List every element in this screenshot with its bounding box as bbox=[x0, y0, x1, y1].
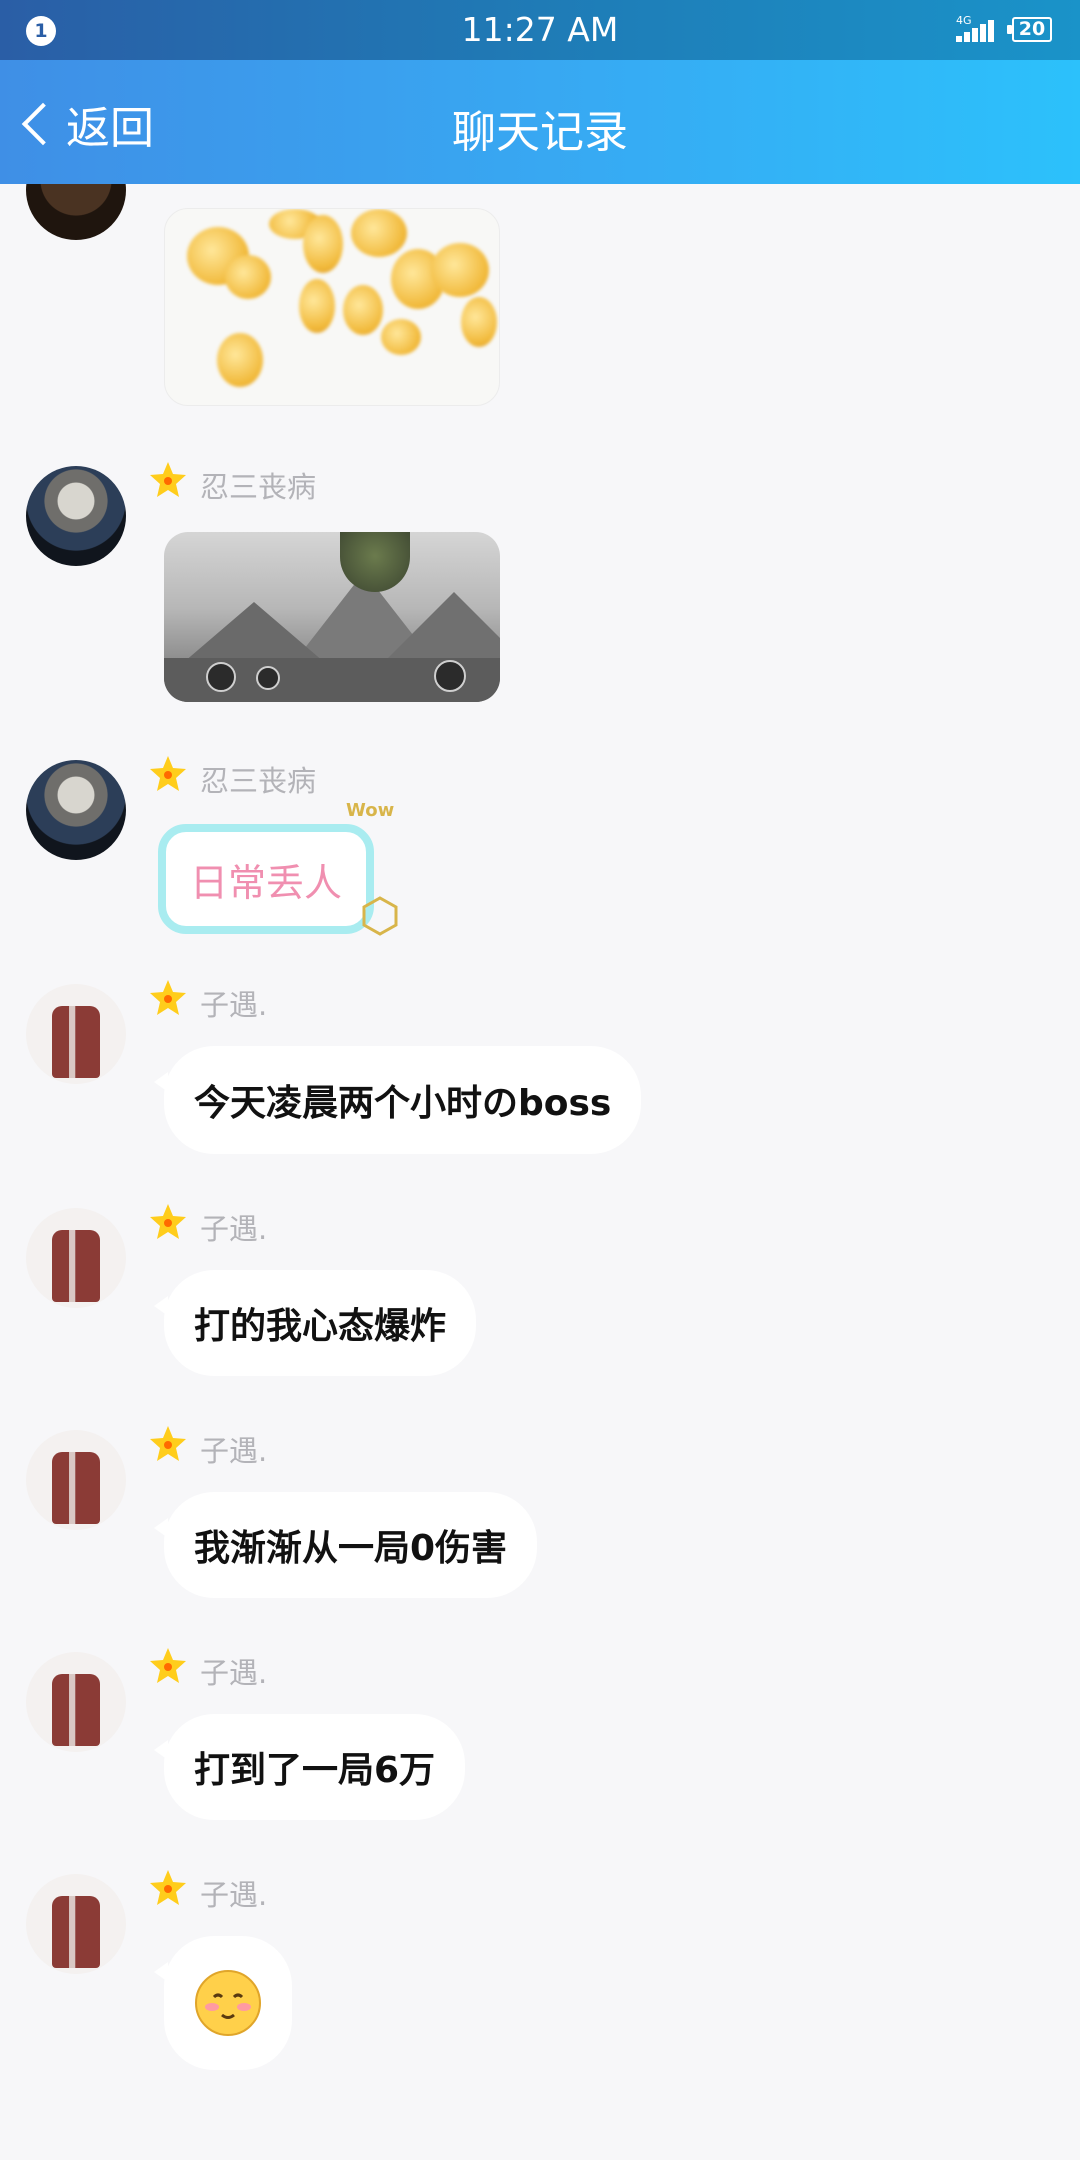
star-icon bbox=[150, 1870, 186, 1905]
sender-name: 子遇. bbox=[200, 988, 268, 1022]
hexagon-icon bbox=[362, 896, 398, 936]
avatar[interactable] bbox=[26, 466, 126, 566]
text-message[interactable]: 打到了一局6万 bbox=[153, 1714, 466, 1820]
sender-name: 子遇. bbox=[200, 1434, 268, 1468]
star-icon bbox=[150, 1426, 186, 1461]
avatar[interactable] bbox=[26, 1430, 126, 1530]
blush-emoji-icon bbox=[195, 1970, 261, 2036]
avatar[interactable] bbox=[26, 184, 126, 240]
emoji-message[interactable] bbox=[154, 1936, 292, 2070]
sender-name: 子遇. bbox=[200, 1212, 268, 1246]
avatar[interactable] bbox=[26, 984, 126, 1084]
text-message[interactable]: 我渐渐从一局0伤害 bbox=[153, 1492, 538, 1598]
text-message[interactable]: 打的我心态爆炸 bbox=[153, 1270, 477, 1376]
image-message-game[interactable] bbox=[164, 532, 500, 702]
sender-name: 忍三丧病 bbox=[200, 764, 317, 798]
sticker-text: 日常丢人 bbox=[158, 824, 374, 934]
battery-icon: 20 bbox=[1007, 17, 1052, 42]
sender-name: 子遇. bbox=[200, 1878, 268, 1912]
star-icon bbox=[150, 1648, 186, 1683]
image-message-coins[interactable] bbox=[164, 208, 500, 406]
avatar[interactable] bbox=[26, 1874, 126, 1974]
status-time: 11:27 AM bbox=[461, 10, 619, 49]
sender-name: 忍三丧病 bbox=[200, 470, 317, 504]
avatar[interactable] bbox=[26, 1208, 126, 1308]
star-icon bbox=[150, 1204, 186, 1239]
text-message[interactable]: 今天凌晨两个小时のboss bbox=[153, 1046, 642, 1154]
avatar[interactable] bbox=[26, 1652, 126, 1752]
page-title: 聊天记录 bbox=[452, 107, 628, 158]
star-icon bbox=[150, 980, 186, 1015]
signal-icon bbox=[956, 20, 996, 42]
avatar[interactable] bbox=[26, 760, 126, 860]
sender-name: 子遇. bbox=[200, 1656, 268, 1690]
star-icon bbox=[150, 756, 186, 791]
star-icon bbox=[150, 462, 186, 497]
chat-history-list[interactable]: 忍三丧病 忍三丧病 日常丢人 Wow 子遇. 今天凌晨两个小时のboss 子遇.… bbox=[0, 184, 1080, 2160]
sticker-decoration: Wow bbox=[346, 800, 395, 821]
status-bar: 1 11:27 AM 4G 20 bbox=[0, 0, 1080, 60]
